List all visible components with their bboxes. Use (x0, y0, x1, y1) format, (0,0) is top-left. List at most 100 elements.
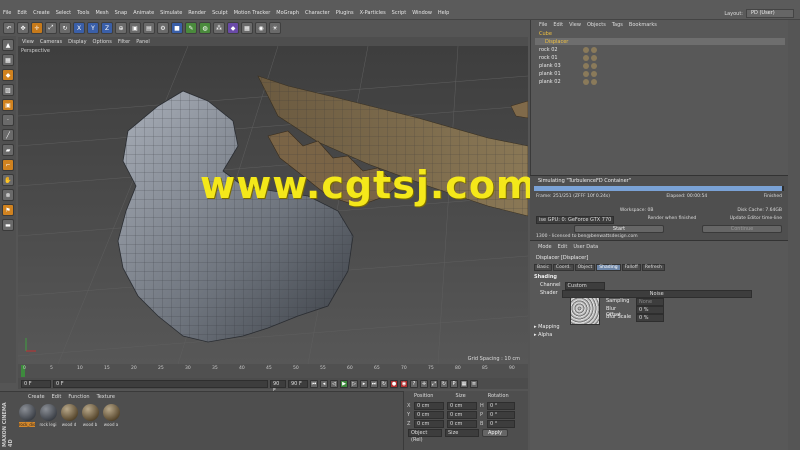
tab-coord[interactable]: Coord. (552, 264, 574, 271)
apply-button[interactable]: Apply (482, 429, 509, 437)
coordinate-system-icon[interactable]: ⊕ (115, 22, 127, 34)
material-tag-icon[interactable] (583, 54, 589, 61)
objmenu-tags[interactable]: Tags (612, 22, 623, 28)
rotation-p-field[interactable]: 0 ° (487, 411, 515, 419)
menu-edit[interactable]: Edit (17, 10, 27, 16)
prev-key-icon[interactable]: ◂ (320, 379, 328, 388)
autokey-icon[interactable]: ◉ (400, 379, 408, 388)
material-tag-icon[interactable] (583, 70, 589, 77)
menu-render[interactable]: Render (188, 10, 206, 16)
render-view-icon[interactable]: ▣ (129, 22, 141, 34)
viewport-menu-filter[interactable]: Filter (118, 39, 130, 45)
object-mode-icon[interactable]: ▣ (2, 99, 14, 111)
render-settings-icon[interactable]: ⚙ (157, 22, 169, 34)
menu-motion-tracker[interactable]: Motion Tracker (234, 10, 271, 16)
start-frame-field[interactable]: 0 F (53, 379, 268, 388)
menu-mograph[interactable]: MoGraph (276, 10, 299, 16)
array-icon[interactable]: ⁂ (213, 22, 225, 34)
render-when-finished-checkbox[interactable]: Render when finished (648, 216, 697, 224)
polygons-mode-icon[interactable]: ▰ (2, 144, 14, 156)
tab-falloff[interactable]: Falloff (621, 264, 641, 271)
play-icon[interactable]: ▶ (340, 379, 348, 388)
prev-frame-icon[interactable]: ◁ (330, 379, 338, 388)
material-menu-texture[interactable]: Texture (97, 394, 115, 400)
go-to-end-icon[interactable]: ⏭ (370, 379, 378, 388)
scale-key-icon[interactable]: ⤢ (430, 379, 438, 388)
size-mode-dropdown[interactable]: Size (445, 429, 479, 437)
attrmenu-mode[interactable]: Mode (538, 244, 552, 250)
menu-file[interactable]: File (3, 10, 11, 16)
tweak-mode-icon[interactable]: ✋ (2, 174, 14, 186)
attrmenu-edit[interactable]: Edit (558, 244, 568, 250)
material-item[interactable]: wood a (102, 404, 120, 427)
material-menu-create[interactable]: Create (28, 394, 45, 400)
material-tag-icon[interactable] (591, 78, 597, 85)
lock-workplane-icon[interactable]: ▬ (2, 219, 14, 231)
rotation-key-icon[interactable]: ↻ (440, 379, 448, 388)
go-to-start-icon[interactable]: ⏮ (310, 379, 318, 388)
mapping-section[interactable]: ▸ Mapping (534, 324, 784, 330)
keyframe-selection-icon[interactable]: ? (410, 379, 418, 388)
x-axis-icon[interactable]: X (73, 22, 85, 34)
material-menu-edit[interactable]: Edit (52, 394, 62, 400)
material-item[interactable]: rock legi (39, 404, 57, 427)
material-tag-icon[interactable] (591, 54, 597, 61)
timeline-menu-icon[interactable]: ≡ (470, 379, 478, 388)
size-y-field[interactable]: 0 cm (447, 411, 477, 419)
menu-x-particles[interactable]: X-Particles (360, 10, 386, 16)
layout-dropdown[interactable]: PD (User) (746, 9, 794, 18)
material-tag-icon[interactable] (583, 46, 589, 53)
end-frame-field[interactable]: 90 F (270, 379, 286, 394)
texture-mode-icon[interactable]: ▨ (2, 84, 14, 96)
point-level-key-icon[interactable]: ▦ (460, 379, 468, 388)
timeline-ruler[interactable]: 0 5 10 15 20 25 30 35 40 45 50 55 60 65 … (18, 364, 528, 378)
checkerboard-icon[interactable]: ▦ (2, 54, 14, 66)
object-row[interactable]: plank 02 (535, 78, 785, 85)
menu-create[interactable]: Create (33, 10, 50, 16)
viewport-menu-view[interactable]: View (22, 39, 34, 45)
object-row[interactable]: Displacer (535, 38, 785, 45)
channel-dropdown[interactable]: Custom Shader (564, 282, 605, 296)
gpu-dropdown[interactable]: ise GPU: 0: GeForce GTX 770 (536, 216, 615, 224)
position-x-field[interactable]: 0 cm (414, 402, 444, 410)
alpha-section[interactable]: ▸ Alpha (534, 332, 784, 338)
z-axis-icon[interactable]: Z (101, 22, 113, 34)
objmenu-edit[interactable]: Edit (553, 22, 563, 28)
axis-mode-icon[interactable]: ⌐ (2, 159, 14, 171)
workplane-icon[interactable]: ⚑ (2, 204, 14, 216)
position-z-field[interactable]: 0 cm (414, 420, 444, 428)
material-item[interactable]: wood d (60, 404, 78, 427)
object-row[interactable]: rock 01 (535, 54, 785, 61)
scale-icon[interactable]: ⤢ (45, 22, 57, 34)
material-tag-icon[interactable] (583, 62, 589, 69)
material-item[interactable]: rock_dis (18, 404, 36, 427)
objmenu-view[interactable]: View (569, 22, 581, 28)
objmenu-bookmarks[interactable]: Bookmarks (629, 22, 657, 28)
floor-icon[interactable]: ▦ (241, 22, 253, 34)
next-key-icon[interactable]: ▸ (360, 379, 368, 388)
undo-icon[interactable]: ↶ (3, 22, 15, 34)
menu-help[interactable]: Help (438, 10, 449, 16)
size-z-field[interactable]: 0 cm (447, 420, 477, 428)
material-item[interactable]: wood b (81, 404, 99, 427)
rotation-b-field[interactable]: 0 ° (487, 420, 515, 428)
menu-script[interactable]: Script (392, 10, 407, 16)
make-editable-icon[interactable]: ▲ (2, 39, 14, 51)
material-tag-icon[interactable] (591, 62, 597, 69)
object-row[interactable]: Cube (535, 30, 785, 37)
menu-sculpt[interactable]: Sculpt (212, 10, 228, 16)
position-y-field[interactable]: 0 cm (414, 411, 444, 419)
start-button[interactable]: Start (574, 225, 664, 233)
objmenu-objects[interactable]: Objects (587, 22, 606, 28)
viewport-menu-panel[interactable]: Panel (136, 39, 150, 45)
move-icon[interactable]: ✥ (17, 22, 29, 34)
cube-icon[interactable]: ■ (171, 22, 183, 34)
tab-refresh[interactable]: Refresh (641, 264, 665, 271)
object-row[interactable]: rock 02 (535, 46, 785, 53)
menu-mesh[interactable]: Mesh (95, 10, 108, 16)
menu-simulate[interactable]: Simulate (160, 10, 182, 16)
move-tool-icon[interactable]: ✛ (31, 22, 43, 34)
parameter-key-icon[interactable]: P (450, 379, 458, 388)
y-axis-icon[interactable]: Y (87, 22, 99, 34)
tab-shading[interactable]: Shading (596, 264, 621, 271)
